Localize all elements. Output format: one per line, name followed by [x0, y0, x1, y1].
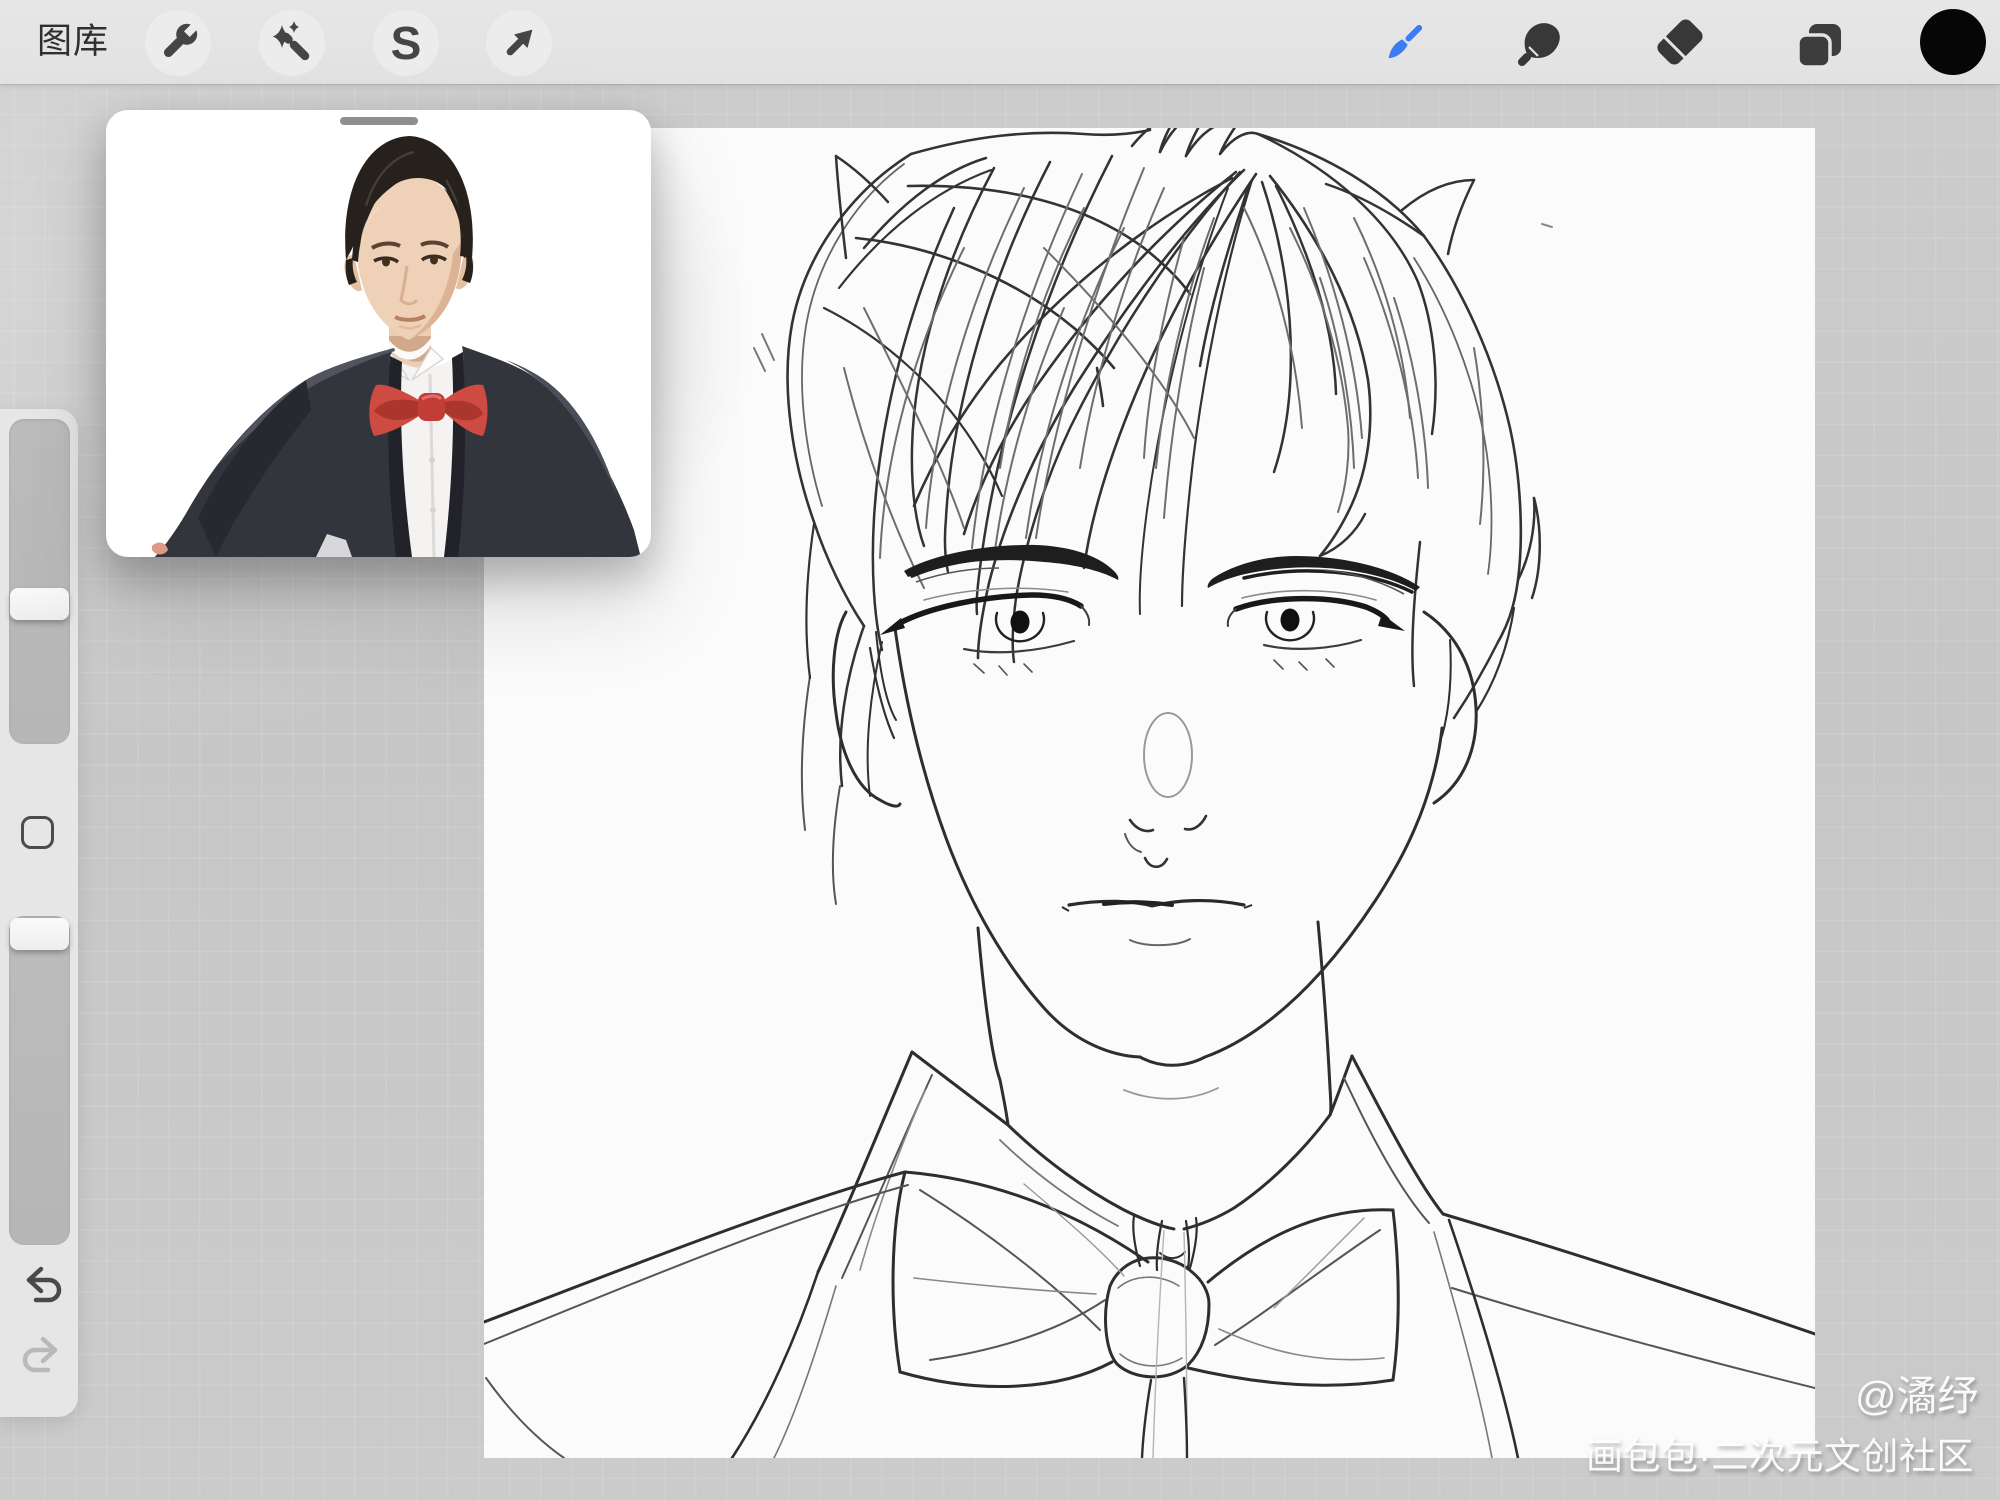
svg-text:S: S	[391, 17, 422, 69]
